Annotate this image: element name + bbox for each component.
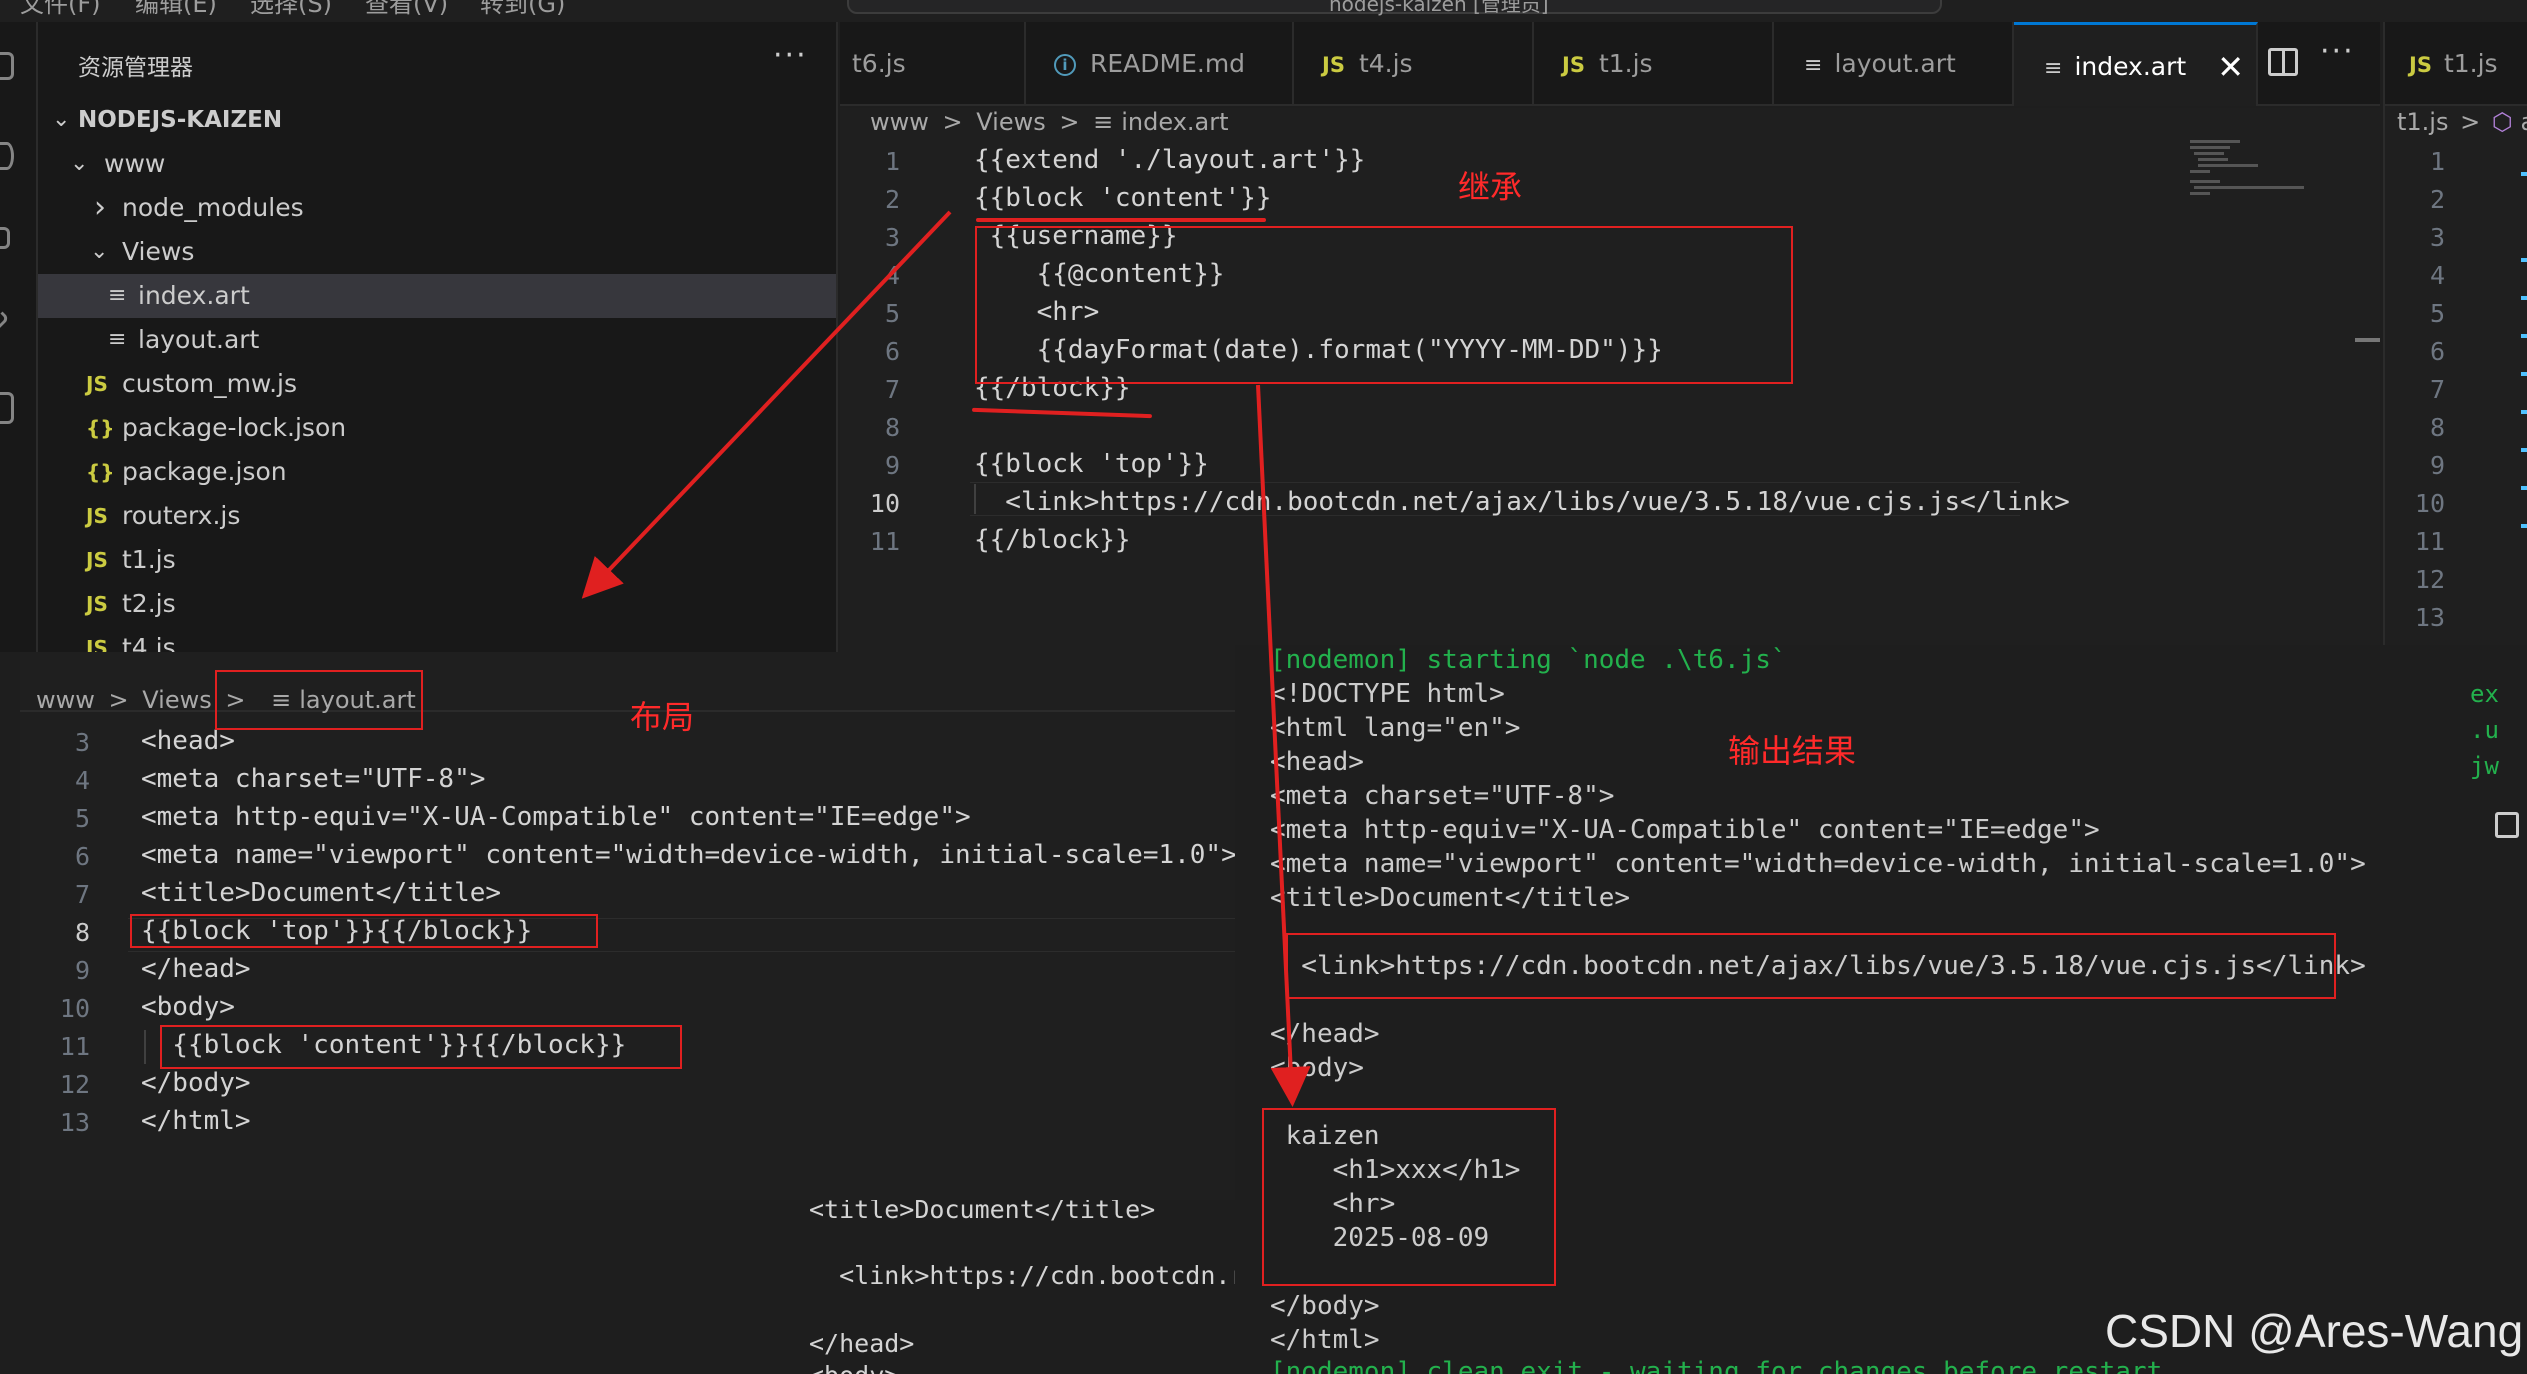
arrow-to-layout: [581, 210, 952, 599]
watermark: CSDN @Ares-Wang: [2105, 1305, 2524, 1357]
annotation-arrows: [581, 210, 1311, 1107]
arrow-to-output: [1256, 384, 1311, 1107]
